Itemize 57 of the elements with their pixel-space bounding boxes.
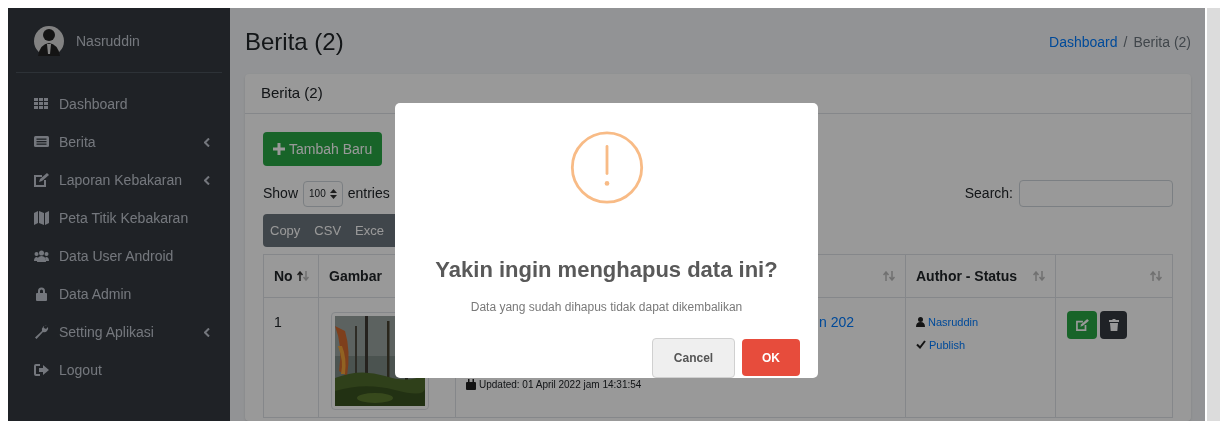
lock-icon <box>34 287 49 301</box>
dialog-title: Yakin ingin menghapus data ini? <box>435 256 778 284</box>
logout-icon <box>34 363 49 377</box>
sidebar-item[interactable]: Peta Titik Kebakaran <box>16 199 222 237</box>
sidebar-item[interactable]: Dashboard <box>16 85 222 123</box>
show-label: Show <box>263 184 299 203</box>
trash-icon <box>1108 319 1119 331</box>
breadcrumb-link[interactable]: Dashboard <box>1049 31 1118 53</box>
sidebar-item[interactable]: Laporan Kebakaran <box>16 161 222 199</box>
sort-icon <box>1150 271 1162 281</box>
sort-ascending-icon <box>296 271 309 281</box>
column-header[interactable]: No <box>274 265 293 287</box>
sort-icon <box>1033 271 1045 281</box>
avatar-icon <box>34 24 64 58</box>
cancel-button[interactable]: Cancel <box>652 338 735 378</box>
wrench-icon <box>34 325 49 339</box>
export-button[interactable]: Exce <box>348 214 391 247</box>
sidebar-item[interactable]: Logout <box>16 351 222 389</box>
map-icon <box>34 211 49 225</box>
entries-select[interactable]: 100 <box>303 180 343 207</box>
column-header[interactable]: Gambar <box>329 265 382 287</box>
row-number: 1 <box>274 314 282 330</box>
sidebar-item[interactable]: Setting Aplikasi <box>16 313 222 351</box>
users-icon <box>34 249 49 263</box>
search-field[interactable] <box>1019 180 1173 207</box>
edit-icon <box>1075 319 1089 331</box>
dialog-message: Data yang sudah dihapus tidak dapat dikembalikan <box>470 299 743 316</box>
edit-button[interactable] <box>1067 311 1097 339</box>
user-icon <box>916 317 925 328</box>
status-link[interactable]: Publish <box>929 336 966 353</box>
check-icon <box>916 340 926 350</box>
updated-date: Updated: 01 April 2022 jam 14:31:54 <box>479 378 642 392</box>
entries-label: entries <box>347 184 390 203</box>
sidebar-item[interactable]: Berita <box>16 123 222 161</box>
author-link[interactable]: Nasruddin <box>928 314 979 331</box>
sidebar-item[interactable]: Data User Android <box>16 237 222 275</box>
page-title: Berita (2) <box>245 27 344 57</box>
grid-icon <box>34 97 49 111</box>
sort-icon <box>883 271 895 281</box>
ok-button[interactable]: OK <box>742 339 800 376</box>
plus-icon <box>273 143 285 155</box>
user-name[interactable]: Nasruddin <box>76 30 140 52</box>
add-button[interactable]: Tambah Baru <box>263 132 383 166</box>
edit-icon <box>34 173 49 187</box>
export-button[interactable]: Copy <box>263 214 308 247</box>
calendar-icon <box>466 379 476 390</box>
search-label: Search: <box>964 184 1013 203</box>
breadcrumb-separator: / <box>1123 32 1128 52</box>
breadcrumb-current: Berita (2) <box>1133 32 1191 52</box>
card-title: Berita (2) <box>261 83 323 104</box>
delete-button[interactable] <box>1100 311 1127 339</box>
sidebar-item[interactable]: Data Admin <box>16 275 222 313</box>
export-button[interactable]: CSV <box>307 214 349 247</box>
sort-caret-icon <box>329 188 337 199</box>
newspaper-icon <box>34 135 49 149</box>
news-title-link[interactable]: n 202 <box>819 312 855 333</box>
scrollbar[interactable] <box>1207 8 1220 421</box>
